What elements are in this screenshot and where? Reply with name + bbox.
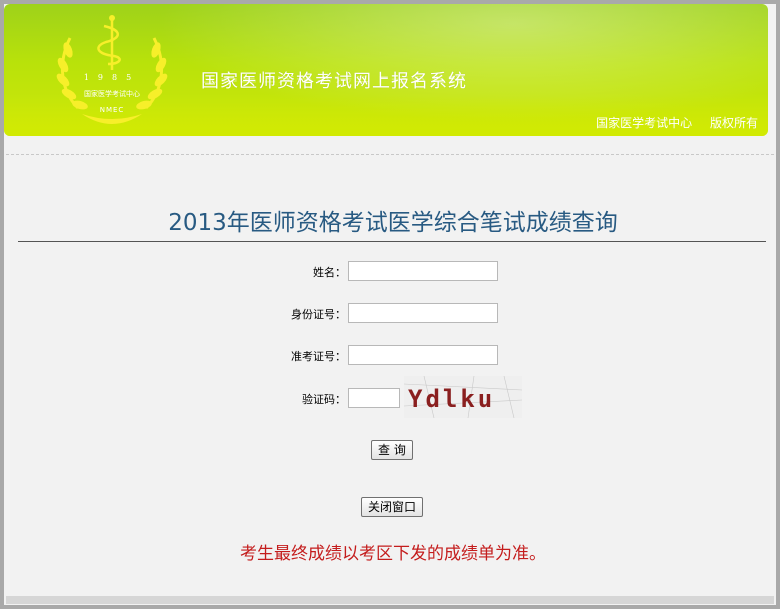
name-row: 姓名：: [0, 261, 780, 283]
score-notice: 考生最终成绩以考区下发的成绩单为准。: [240, 544, 546, 564]
title-rule: [18, 241, 766, 242]
header-link-nmec[interactable]: 国家医学考试中心: [596, 116, 692, 130]
query-button[interactable]: 查 询: [371, 440, 413, 460]
site-title-reflection: 国家医师资格考试网上报名系统: [201, 76, 467, 88]
ticket-number-input[interactable]: [348, 345, 498, 365]
nmec-logo: 1985 国家医学考试中心 NMEC: [56, 15, 168, 124]
logo-abbr: NMEC: [100, 106, 125, 114]
id-row: 身份证号：: [0, 303, 780, 325]
captcha-image[interactable]: Ydlku: [404, 376, 522, 418]
ticket-label: 准考证号：: [291, 350, 346, 363]
id-label: 身份证号：: [291, 308, 346, 321]
id-number-input[interactable]: [348, 303, 498, 323]
captcha-label: 验证码：: [302, 393, 346, 406]
captcha-text: Ydlku: [408, 385, 495, 413]
captcha-input[interactable]: [348, 388, 400, 408]
divider: [6, 154, 774, 155]
page-title: 2013年医师资格考试医学综合笔试成绩查询: [168, 210, 618, 236]
header-link-copyright[interactable]: 版权所有: [710, 116, 758, 130]
captcha-row: 验证码：: [0, 388, 780, 410]
name-input[interactable]: [348, 261, 498, 281]
ticket-row: 准考证号：: [0, 345, 780, 367]
header-links: 国家医学考试中心 版权所有: [582, 114, 758, 131]
name-label: 姓名：: [313, 266, 346, 279]
site-header: 1985 国家医学考试中心 NMEC 国家医师资格考试网上报名系统 国家医师资格…: [4, 4, 768, 136]
close-window-button[interactable]: 关闭窗口: [361, 497, 424, 517]
bottom-bar: [6, 596, 774, 604]
logo-year: 1985: [84, 73, 140, 82]
logo-org: 国家医学考试中心: [84, 89, 140, 98]
